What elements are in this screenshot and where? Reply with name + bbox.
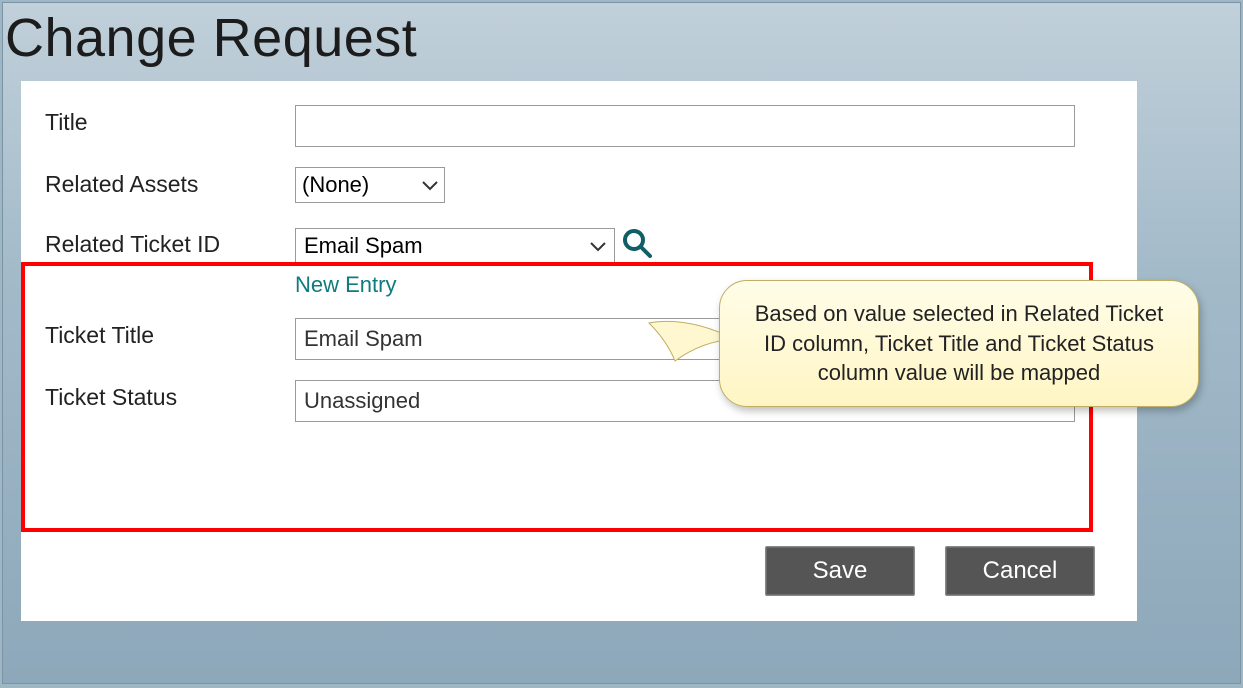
control-title <box>295 105 1113 147</box>
related-assets-value: (None) <box>302 172 369 198</box>
window-outer: Change Request Title Related Assets (Non… <box>2 2 1241 684</box>
callout-text: Based on value selected in Related Ticke… <box>755 301 1163 385</box>
label-related-ticket-id: Related Ticket ID <box>45 227 295 258</box>
label-ticket-title: Ticket Title <box>45 318 295 349</box>
related-ticket-id-select[interactable]: Email Spam <box>295 228 615 264</box>
row-title: Title <box>45 105 1113 147</box>
related-assets-select[interactable]: (None) <box>295 167 445 203</box>
save-button[interactable]: Save <box>765 546 915 596</box>
label-ticket-status: Ticket Status <box>45 380 295 411</box>
page-title: Change Request <box>5 7 1240 69</box>
callout-bubble: Based on value selected in Related Ticke… <box>719 280 1199 407</box>
label-related-assets: Related Assets <box>45 167 295 198</box>
button-bar: Save Cancel <box>765 546 1095 596</box>
chevron-down-icon <box>422 172 438 198</box>
row-related-assets: Related Assets (None) <box>45 167 1113 203</box>
title-input[interactable] <box>295 105 1075 147</box>
cancel-button[interactable]: Cancel <box>945 546 1095 596</box>
related-ticket-id-value: Email Spam <box>304 233 423 259</box>
search-icon[interactable] <box>621 227 653 264</box>
chevron-down-icon <box>590 233 606 259</box>
label-title: Title <box>45 105 295 136</box>
control-related-assets: (None) <box>295 167 1113 203</box>
new-entry-link[interactable]: New Entry <box>295 272 396 298</box>
